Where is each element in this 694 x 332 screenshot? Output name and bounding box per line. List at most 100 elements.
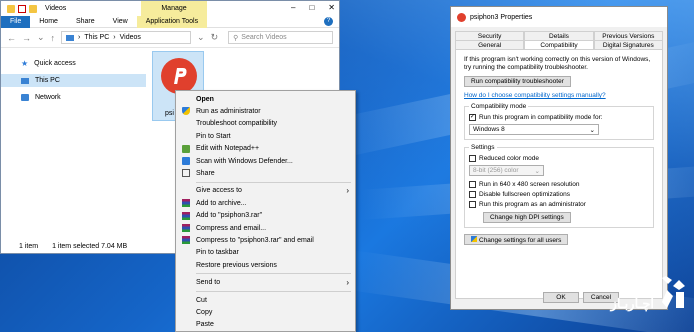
maximize-icon[interactable]: □ <box>309 3 314 12</box>
tab-compatibility[interactable]: Compatibility <box>524 40 594 49</box>
forward-arrow-icon[interactable]: → <box>22 33 31 43</box>
menu-item[interactable]: Add to "psiphon3.rar" <box>176 210 355 222</box>
menu-item-label: Troubleshoot compatibility <box>196 120 278 128</box>
menu-item-label: Copy <box>196 308 213 316</box>
compat-mode-checkbox[interactable]: ✓ Run this program in compatibility mode… <box>469 112 649 122</box>
intro-text: If this program isn't working correctly … <box>464 56 651 71</box>
reduced-color-checkbox[interactable]: Reduced color mode <box>469 153 649 163</box>
checkbox-icon[interactable] <box>469 154 476 162</box>
os-select[interactable]: Windows 8 ⌄ <box>469 124 599 135</box>
back-arrow-icon[interactable]: ← <box>7 33 16 43</box>
help-icon[interactable]: ? <box>324 17 333 26</box>
window-title: Videos <box>45 5 67 12</box>
menu-item-label: Add to "psiphon3.rar" <box>196 212 263 220</box>
address-bar[interactable]: › This PC › Videos <box>61 31 192 44</box>
tab-digital-signatures[interactable]: Digital Signatures <box>593 40 663 49</box>
star-icon: ★ <box>21 59 29 68</box>
tab-home[interactable]: Home <box>30 16 67 28</box>
properties-icon[interactable] <box>18 4 26 13</box>
nav-item-network[interactable]: Network <box>1 91 146 104</box>
folder-icon[interactable] <box>7 4 15 13</box>
nav-item-quick-access[interactable]: ★ Quick access <box>1 57 146 70</box>
checkbox-icon[interactable] <box>469 200 476 208</box>
select-value: Windows 8 <box>473 126 505 133</box>
properties-dialog: psiphon3 Properties Security Details Pre… <box>450 6 668 310</box>
checkbox-icon[interactable] <box>469 190 476 198</box>
menu-item[interactable]: Run as administrator <box>176 105 355 117</box>
nav-item-this-pc[interactable]: This PC <box>1 74 146 87</box>
menu-item-label: Edit with Notepad++ <box>196 145 260 153</box>
tab-security[interactable]: Security <box>455 31 525 40</box>
close-icon[interactable]: ✕ <box>328 3 335 12</box>
how-to-choose-link[interactable]: How do I choose compatibility settings m… <box>464 92 606 99</box>
color-select: 8-bit (256) color ⌄ <box>469 165 544 176</box>
share-icon <box>182 169 190 178</box>
search-placeholder: Search Videos <box>241 34 287 41</box>
tabs-row-1: Security Details Previous Versions <box>451 27 667 40</box>
tab-file[interactable]: File <box>1 15 31 28</box>
checkbox-label: Reduced color mode <box>479 154 539 162</box>
refresh-icon[interactable]: ↻ <box>211 32 219 43</box>
shield-icon <box>182 107 190 116</box>
psiphon-logo-icon <box>161 58 197 94</box>
tab-details[interactable]: Details <box>524 31 594 40</box>
tab-view[interactable]: View <box>104 16 137 28</box>
checkbox-checked-icon[interactable]: ✓ <box>469 113 476 121</box>
disable-fullscreen-checkbox[interactable]: Disable fullscreen optimizations <box>469 189 649 199</box>
checkbox-label: Run in 640 x 480 screen resolution <box>479 180 580 188</box>
menu-item-label: Add to archive... <box>196 199 247 207</box>
manage-contextual-tab[interactable]: Manage <box>141 1 207 16</box>
tab-general[interactable]: General <box>455 40 525 49</box>
menu-item[interactable]: Compress and email... <box>176 222 355 234</box>
new-folder-icon[interactable] <box>29 4 37 13</box>
menu-item-label: Send to <box>196 279 221 287</box>
menu-item[interactable]: Copy <box>176 306 355 318</box>
menu-item[interactable]: Pin to Start <box>176 130 355 142</box>
change-all-users-button[interactable]: Change settings for all users <box>464 234 569 245</box>
menu-item[interactable]: Paste <box>176 319 355 331</box>
menu-item-label: Pin to taskbar <box>196 249 239 257</box>
rar-icon <box>182 211 190 220</box>
menu-item[interactable]: Scan with Windows Defender... <box>176 155 355 167</box>
search-input[interactable]: ⚲ Search Videos <box>228 31 333 44</box>
watermark-text-en: A4BAZ.com <box>574 278 654 294</box>
menu-item[interactable]: Compress to "psiphon3.rar" and email <box>176 234 355 246</box>
up-arrow-icon[interactable]: ↑ <box>51 33 56 43</box>
ok-button[interactable]: OK <box>543 292 579 303</box>
tab-application-tools[interactable]: Application Tools <box>136 15 208 28</box>
wrench-logo-icon <box>662 276 685 308</box>
menu-item[interactable]: Restore previous versions <box>176 259 355 271</box>
rar-icon <box>182 223 190 232</box>
recent-chevron-icon[interactable]: ⌄ <box>37 32 45 43</box>
breadcrumb-this-pc[interactable]: This PC <box>84 34 109 41</box>
quick-access-toolbar <box>1 4 37 13</box>
menu-item[interactable]: Add to archive... <box>176 197 355 209</box>
menu-separator <box>196 273 351 275</box>
menu-item-label: Paste <box>196 321 214 329</box>
menu-item[interactable]: Pin to taskbar <box>176 247 355 259</box>
menu-item[interactable]: Give access to › <box>176 185 355 197</box>
minimize-icon[interactable]: – <box>291 3 295 12</box>
nav-item-label: Network <box>35 94 61 101</box>
menu-item[interactable]: Send to › <box>176 276 355 288</box>
menu-separator <box>196 290 351 292</box>
checkbox-icon[interactable] <box>469 180 476 188</box>
compatibility-panel: If this program isn't working correctly … <box>455 49 663 299</box>
breadcrumb-videos[interactable]: Videos <box>120 34 141 41</box>
tab-share[interactable]: Share <box>67 16 104 28</box>
tab-previous-versions[interactable]: Previous Versions <box>593 31 663 40</box>
run-troubleshooter-button[interactable]: Run compatibility troubleshooter <box>464 76 571 87</box>
dropdown-chevron-icon[interactable]: ⌄ <box>197 32 205 43</box>
checkbox-label: Run this program as an administrator <box>479 200 586 208</box>
menu-item[interactable]: Cut <box>176 294 355 306</box>
menu-item[interactable]: Open <box>176 93 355 105</box>
menu-item[interactable]: Troubleshoot compatibility <box>176 118 355 130</box>
nav-item-label: Quick access <box>34 60 76 67</box>
menu-item[interactable]: Share <box>176 167 355 179</box>
menu-item[interactable]: Edit with Notepad++ <box>176 143 355 155</box>
change-high-dpi-button[interactable]: Change high DPI settings <box>483 212 571 223</box>
menu-item-label: Run as administrator <box>196 108 261 116</box>
chevron-down-icon: ⌄ <box>534 167 540 175</box>
run-640-checkbox[interactable]: Run in 640 x 480 screen resolution <box>469 179 649 189</box>
run-as-admin-checkbox[interactable]: Run this program as an administrator <box>469 199 649 209</box>
